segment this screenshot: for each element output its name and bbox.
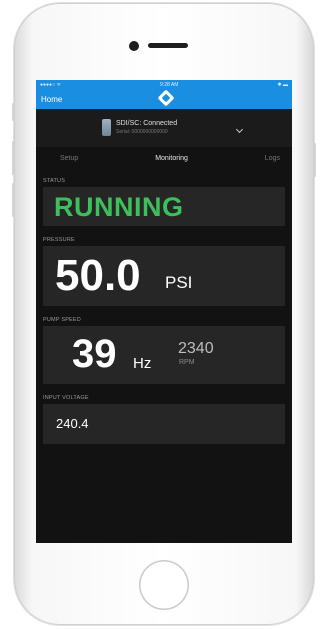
power-button <box>314 143 316 177</box>
tab-bar: Setup Monitoring Logs <box>36 147 292 169</box>
device-selector[interactable]: SDI/SC: Connected Serial: 0000000000000 <box>36 109 292 147</box>
navigation-bar: Home <box>36 89 292 109</box>
volume-up-button <box>12 141 14 175</box>
tab-monitoring[interactable]: Monitoring <box>155 155 188 162</box>
tab-setup[interactable]: Setup <box>60 155 78 162</box>
pressure-unit: PSI <box>165 273 193 292</box>
pressure-label: PRESSURE <box>43 237 75 243</box>
device-serial: Serial: 0000000000000 <box>116 129 168 135</box>
rpm-unit: RPM <box>179 359 195 366</box>
phone-frame: ●●●●○ ᯤ 9:28 AM ✱ ▬ Home SDI/SC: Connect… <box>12 3 316 625</box>
pressure-card: 50.0 PSI <box>43 246 285 306</box>
volume-down-button <box>12 183 14 217</box>
chevron-down-icon[interactable] <box>235 125 244 134</box>
app-screen: ●●●●○ ᯤ 9:28 AM ✱ ▬ Home SDI/SC: Connect… <box>36 80 292 543</box>
carrier-signal: ●●●●○ ᯤ <box>40 81 62 88</box>
earpiece-speaker <box>148 43 188 48</box>
home-button[interactable] <box>139 560 189 610</box>
pump-speed-card: 39 Hz 2340 RPM <box>43 326 285 384</box>
ios-status-bar: ●●●●○ ᯤ 9:28 AM ✱ ▬ <box>36 80 292 89</box>
battery-indicator: ✱ ▬ <box>277 81 288 88</box>
device-icon <box>102 119 111 136</box>
pump-speed-label: PUMP SPEED <box>43 317 81 323</box>
rpm-value: 2340 <box>178 340 214 357</box>
pump-speed-unit: Hz <box>133 355 152 372</box>
mute-switch <box>12 103 14 121</box>
home-back-button[interactable]: Home <box>41 95 62 104</box>
input-voltage-label: INPUT VOLTAGE <box>43 395 89 401</box>
device-name: SDI/SC: Connected <box>116 120 178 127</box>
input-voltage-value: 240.4 <box>56 416 89 431</box>
pump-speed-value: 39 <box>72 332 117 376</box>
status-card: RUNNING <box>43 187 285 226</box>
diamond-logo-icon <box>157 89 175 107</box>
input-voltage-card: 240.4 <box>43 404 285 444</box>
pressure-value: 50.0 <box>55 251 141 300</box>
status-value: RUNNING <box>54 192 184 222</box>
front-camera <box>129 41 139 51</box>
status-time: 9:28 AM <box>160 81 179 88</box>
tab-logs[interactable]: Logs <box>265 155 280 162</box>
status-label: STATUS <box>43 178 66 184</box>
